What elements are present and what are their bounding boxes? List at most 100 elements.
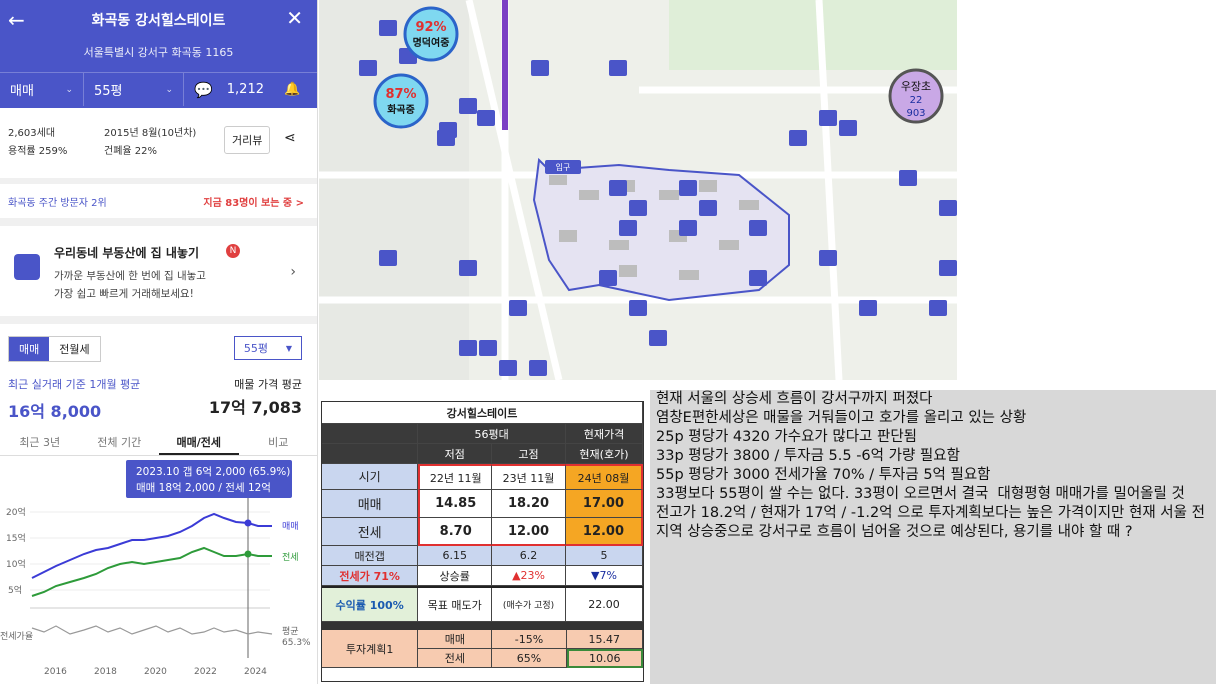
- page-title: 화곡동 강서힐스테이트: [91, 13, 226, 29]
- notification-button[interactable]: 🔔: [274, 73, 314, 106]
- comment-count: 1,212: [226, 82, 264, 97]
- investment-table: 강서힐스테이트 56평대 현재가격 저점 고점 현재(호가) 시기 22년 11…: [321, 401, 644, 682]
- tab-recent-3y[interactable]: 최근 3년: [0, 426, 80, 455]
- listing-pin[interactable]: [629, 300, 647, 316]
- listing-pin[interactable]: [609, 60, 627, 76]
- listing-pin[interactable]: [749, 220, 767, 236]
- school3-name: 우장초: [901, 80, 931, 93]
- comments-button[interactable]: 💬 1,212: [184, 73, 274, 106]
- plan-label: 투자계획1: [322, 630, 419, 668]
- listing-pin[interactable]: [599, 270, 617, 286]
- listing-pin[interactable]: [379, 250, 397, 266]
- gap-now: 5: [565, 546, 643, 566]
- listing-pin[interactable]: [379, 20, 397, 36]
- listing-panel: ← 화곡동 강서힐스테이트 ✕ 서울특별시 강서구 화곡동 1165 매매 ⌄ 5…: [0, 0, 318, 684]
- listing-pin[interactable]: [531, 60, 549, 76]
- listing-pin[interactable]: [679, 180, 697, 196]
- size-value: 55평: [94, 84, 123, 99]
- listing-pin[interactable]: [899, 170, 917, 186]
- list-property-banner[interactable]: 우리동네 부동산에 집 내놓기 N 가까운 부동산에 한 번에 집 내놓고 가장…: [0, 218, 317, 308]
- x-tick-2022: 2022: [194, 667, 217, 677]
- tab-all[interactable]: 전체 기간: [80, 426, 160, 455]
- sale-legend: 매매: [282, 521, 299, 532]
- price-chart[interactable]: 2023.10 갭 6억 2,000 (65.9%) 매매 18억 2,000 …: [0, 456, 318, 684]
- listing-pin[interactable]: [459, 340, 477, 356]
- trade-type-value: 매매: [10, 84, 34, 99]
- listing-pin[interactable]: [509, 300, 527, 316]
- plan-jeonse-label: 전세: [418, 649, 493, 668]
- listing-pin[interactable]: [819, 110, 837, 126]
- gap-high: 6.2: [492, 546, 566, 566]
- listing-pin[interactable]: [609, 180, 627, 196]
- tab-sale[interactable]: 매매: [9, 337, 50, 361]
- listing-pin[interactable]: [819, 250, 837, 266]
- listing-pin[interactable]: [929, 300, 947, 316]
- listing-pin[interactable]: [529, 360, 547, 376]
- listing-pin[interactable]: [859, 300, 877, 316]
- row-label-sale: 매매: [322, 490, 419, 518]
- listing-pin[interactable]: [619, 220, 637, 236]
- x-tick-2016: 2016: [44, 667, 67, 677]
- listing-pin[interactable]: [477, 110, 495, 126]
- households: 2,603세대: [8, 128, 56, 139]
- listing-pin[interactable]: [939, 260, 957, 276]
- note-line: 현재 서울의 상승세 흐름이 강서구까지 퍼졌다: [656, 391, 933, 407]
- listing-pin[interactable]: [629, 200, 647, 216]
- viewers-now-link[interactable]: 지금 83명이 보는 중 >: [203, 194, 304, 209]
- listing-pin[interactable]: [459, 98, 477, 114]
- avg-label: 평균: [282, 626, 299, 637]
- map-view[interactable]: 92% 명덕여중 87% 화곡중 우장초 22 903 입구: [319, 0, 957, 380]
- size-select[interactable]: 55평 ▼: [234, 336, 302, 360]
- school1-name: 명덕여중: [413, 36, 450, 49]
- listing-pin[interactable]: [749, 270, 767, 286]
- plan-sale-pct: -15%: [492, 630, 567, 649]
- close-icon[interactable]: ✕: [286, 6, 303, 30]
- listing-pin[interactable]: [699, 200, 717, 216]
- triangle-down-icon: ▼: [285, 343, 293, 353]
- header-low: 저점: [418, 444, 493, 464]
- analysis-note: 현재 서울의 상승세 흐름이 강서구까지 퍼졌다 염창E편한세상은 매물을 거둬…: [650, 390, 1216, 684]
- jeonse-legend: 전세: [282, 552, 299, 563]
- rise-label: 상승률: [418, 566, 493, 586]
- listing-pin[interactable]: [939, 200, 957, 216]
- x-tick-2018: 2018: [94, 667, 117, 677]
- listing-pin[interactable]: [437, 130, 455, 146]
- table-title: 강서힐스테이트: [322, 402, 643, 424]
- recent-trade-label: 최근 실거래 기준 1개월 평균: [8, 378, 141, 391]
- size-dropdown[interactable]: 55평 ⌄: [84, 73, 184, 106]
- floor-area-ratio: 용적률 259%: [8, 146, 68, 157]
- x-tick-2024: 2024: [244, 667, 267, 677]
- avg-value: 65.3%: [282, 638, 311, 648]
- y-tick-10: 10억: [6, 558, 26, 570]
- school2-name: 화곡중: [387, 104, 415, 116]
- size-select-value: 55평: [243, 342, 269, 355]
- gap-low: 6.15: [418, 546, 493, 566]
- listing-pin[interactable]: [479, 340, 497, 356]
- jeonse-ratio-label: 전세가 71%: [322, 566, 419, 586]
- note-line: 33p 평당가 3800 / 투자금 5.5 -6억 가량 필요함: [656, 448, 960, 464]
- tab-compare[interactable]: 비교: [239, 426, 318, 455]
- bell-icon: 🔔: [284, 82, 301, 97]
- listing-pin[interactable]: [679, 220, 697, 236]
- rise-value: ▲23%: [492, 566, 566, 586]
- target-label: 목표 매도가: [418, 588, 493, 622]
- chevron-right-icon: ›: [290, 264, 296, 280]
- header-group: 56평대: [418, 424, 566, 444]
- share-icon[interactable]: ⋖: [284, 130, 296, 146]
- built-date: 2015년 8월(10년차): [104, 128, 197, 139]
- header: ← 화곡동 강서힐스테이트 ✕ 서울특별시 강서구 화곡동 1165 매매 ⌄ 5…: [0, 0, 317, 108]
- tab-lease[interactable]: 전월세: [49, 337, 99, 361]
- listing-pin[interactable]: [459, 260, 477, 276]
- listing-pin[interactable]: [359, 60, 377, 76]
- listing-pin[interactable]: [839, 120, 857, 136]
- tab-sale-lease[interactable]: 매매/전세: [159, 426, 239, 455]
- row-label-jeonse: 전세: [322, 518, 419, 546]
- listing-pin[interactable]: [499, 360, 517, 376]
- street-view-button[interactable]: 거리뷰: [224, 126, 271, 154]
- listing-pin[interactable]: [789, 130, 807, 146]
- listing-pin[interactable]: [649, 330, 667, 346]
- trade-type-dropdown[interactable]: 매매 ⌄: [0, 73, 84, 106]
- banner-line2: 가장 쉽고 빠르게 거래해보세요!: [54, 288, 194, 300]
- note-line: 염창E편한세상은 매물을 거둬들이고 호가를 올리고 있는 상황: [656, 410, 1027, 426]
- cell-jeonse-low: 8.70: [418, 518, 493, 546]
